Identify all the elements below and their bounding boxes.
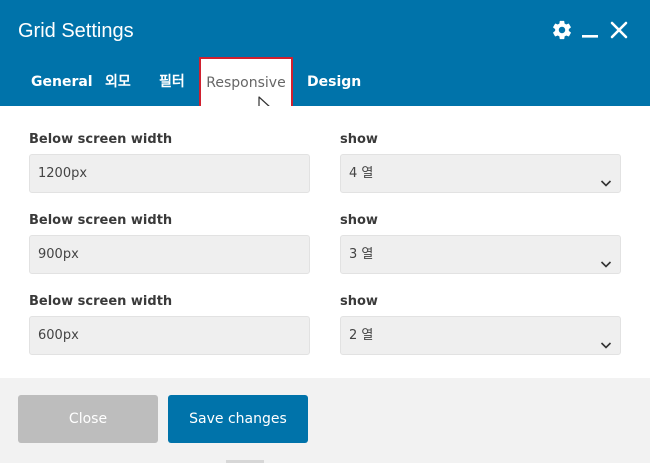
tab-appearance[interactable]: 외모 <box>105 58 131 106</box>
tab-general[interactable]: General <box>31 58 93 106</box>
width-label: Below screen width <box>29 132 173 147</box>
gear-icon[interactable] <box>550 18 574 42</box>
grid-settings-dialog: Grid Settings General 외모 필터 Responsive D… <box>0 0 650 463</box>
columns-select[interactable]: 2 열 <box>340 316 621 355</box>
breakpoint-row: Below screen width show 600px 2 열 <box>0 294 650 372</box>
responsive-settings-panel: Below screen width show 1200px 4 열 Below… <box>0 106 650 378</box>
show-label: show <box>340 294 378 309</box>
chevron-down-icon <box>600 329 612 366</box>
width-input[interactable]: 600px <box>29 316 310 355</box>
width-input[interactable]: 900px <box>29 235 310 274</box>
dialog-header: Grid Settings General 외모 필터 Responsive D… <box>0 0 650 111</box>
breakpoint-row: Below screen width show 900px 3 열 <box>0 213 650 291</box>
tab-filter[interactable]: 필터 <box>159 58 185 106</box>
width-input[interactable]: 1200px <box>29 154 310 193</box>
columns-select-value: 2 열 <box>349 328 374 343</box>
show-label: show <box>340 213 378 228</box>
show-label: show <box>340 132 378 147</box>
chevron-down-icon <box>600 167 612 204</box>
columns-select-value: 4 열 <box>349 166 374 181</box>
columns-select[interactable]: 4 열 <box>340 154 621 193</box>
tab-bar: General 외모 필터 Responsive Design <box>0 57 650 111</box>
dialog-footer: Close Save changes <box>0 378 650 463</box>
breakpoint-row: Below screen width show 1200px 4 열 <box>0 132 650 210</box>
width-label: Below screen width <box>29 213 173 228</box>
chevron-down-icon <box>600 248 612 285</box>
tab-responsive[interactable]: Responsive <box>199 57 293 111</box>
columns-select-value: 3 열 <box>349 247 374 262</box>
dialog-title: Grid Settings <box>18 20 134 42</box>
close-icon[interactable] <box>607 18 631 42</box>
close-button[interactable]: Close <box>18 395 158 443</box>
minimize-icon[interactable] <box>578 18 602 42</box>
save-changes-button[interactable]: Save changes <box>168 395 308 443</box>
tab-design[interactable]: Design <box>307 58 361 106</box>
width-label: Below screen width <box>29 294 173 309</box>
columns-select[interactable]: 3 열 <box>340 235 621 274</box>
